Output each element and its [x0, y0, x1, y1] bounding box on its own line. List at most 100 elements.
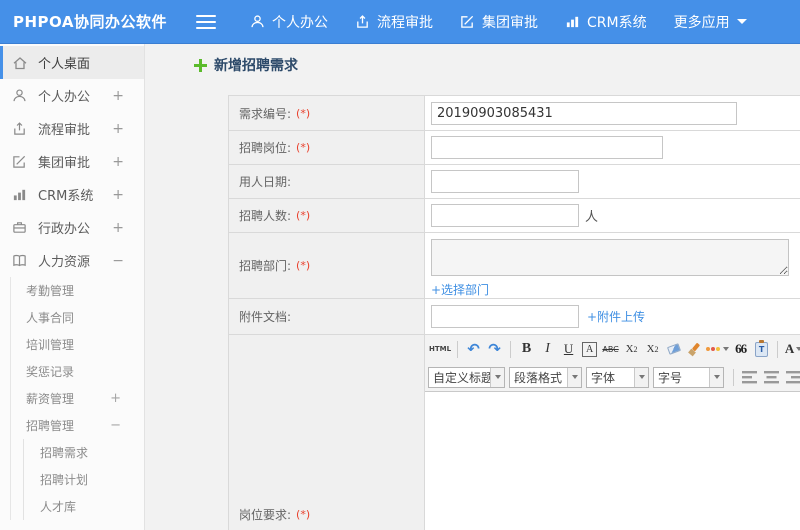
form-row-position: 招聘岗位: (*): [229, 131, 800, 165]
sidebar-item-attendance[interactable]: 考勤管理: [11, 277, 144, 304]
upload-attachment-link[interactable]: +附件上传: [587, 308, 645, 325]
demand-no-input[interactable]: [431, 101, 737, 125]
font-color-button[interactable]: A: [784, 339, 800, 360]
sidebar-item-recruit-mgmt[interactable]: 招聘管理 −: [11, 412, 144, 439]
bold-button[interactable]: B: [517, 339, 536, 360]
collapse-minus-icon[interactable]: −: [110, 418, 121, 433]
expand-plus-icon[interactable]: +: [110, 391, 121, 406]
expand-plus-icon[interactable]: +: [112, 187, 124, 203]
sidebar-item-crm[interactable]: CRM系统 +: [0, 178, 144, 211]
strikethrough-button[interactable]: ABC: [601, 339, 620, 360]
sidebar-item-talent-pool[interactable]: 人才库: [24, 493, 144, 520]
add-plus-icon: [194, 58, 207, 72]
font-size-select[interactable]: 字号: [653, 366, 724, 388]
eraser-icon[interactable]: [664, 339, 683, 360]
editor-toolbar-row-1: HTML ↶ ↷ B I U A ABC X2 X2 66 T A: [425, 335, 800, 363]
sidebar-item-recruit-plan[interactable]: 招聘计划: [24, 466, 144, 493]
sidebar-item-workflow[interactable]: 流程审批 +: [0, 112, 144, 145]
workflow-icon: [357, 15, 368, 28]
sidebar-item-rewards[interactable]: 奖惩记录: [11, 358, 144, 385]
top-nav: 个人办公 流程审批 集团审批 CRM系统 更多应用: [250, 12, 774, 32]
form-row-demand-no: 需求编号: (*): [229, 96, 800, 131]
hire-date-input[interactable]: [431, 170, 579, 193]
border-text-button[interactable]: A: [582, 341, 598, 357]
superscript-button[interactable]: X2: [622, 339, 641, 360]
field-label: 招聘人数:: [239, 209, 292, 223]
sidebar-item-salary[interactable]: 薪资管理 +: [11, 385, 144, 412]
caret-down-icon: [567, 367, 581, 387]
underline-button[interactable]: U: [559, 339, 578, 360]
department-textarea[interactable]: [431, 239, 789, 276]
headcount-input[interactable]: [431, 204, 579, 227]
html-source-button[interactable]: HTML: [429, 339, 451, 360]
expand-plus-icon[interactable]: +: [112, 121, 124, 137]
app-window: PHPOA协同办公软件 个人办公 流程审批 集团审批 CRM系统 更多应用 个人…: [0, 0, 800, 530]
unit-suffix: 人: [585, 210, 599, 225]
bar-chart-icon: [12, 186, 29, 203]
expand-plus-icon[interactable]: +: [112, 88, 124, 104]
field-label: 附件文档:: [239, 310, 292, 324]
align-center-icon[interactable]: [764, 370, 780, 384]
bar-chart-icon: [566, 16, 579, 28]
sidebar-item-hr-contract[interactable]: 人事合同: [11, 304, 144, 331]
required-mark: (*): [296, 209, 311, 222]
undo-icon[interactable]: ↶: [464, 339, 483, 360]
nav-workflow-approval[interactable]: 流程审批: [355, 12, 433, 32]
nav-crm-system[interactable]: CRM系统: [565, 12, 647, 32]
redo-icon[interactable]: ↷: [485, 339, 504, 360]
page-head: 新增招聘需求: [194, 55, 298, 75]
nav-personal-office[interactable]: 个人办公: [250, 12, 328, 32]
expand-plus-icon[interactable]: +: [112, 220, 124, 236]
expand-plus-icon[interactable]: +: [112, 154, 124, 170]
book-icon: [12, 252, 29, 269]
sidebar-item-hr[interactable]: 人力资源 −: [0, 244, 144, 277]
workflow-icon: [12, 120, 29, 137]
italic-button[interactable]: I: [538, 339, 557, 360]
sidebar-item-admin-office[interactable]: 行政办公 +: [0, 211, 144, 244]
sidebar-item-training[interactable]: 培训管理: [11, 331, 144, 358]
sidebar-item-desktop[interactable]: 个人桌面: [0, 46, 144, 79]
sidebar-item-group-approval[interactable]: 集团审批 +: [0, 145, 144, 178]
attachment-input[interactable]: [431, 305, 579, 328]
position-input[interactable]: [431, 136, 663, 159]
form-row-hire-date: 用人日期:: [229, 165, 800, 199]
required-mark: (*): [296, 141, 311, 154]
form-row-attachment: 附件文档: +附件上传: [229, 299, 800, 335]
sidebar-item-personal-office[interactable]: 个人办公 +: [0, 79, 144, 112]
subscript-button[interactable]: X2: [643, 339, 662, 360]
requirements-editor-area[interactable]: [425, 392, 800, 530]
caret-down-icon: [709, 367, 723, 387]
emoticon-picker-icon[interactable]: [706, 339, 730, 360]
required-mark: (*): [296, 259, 311, 272]
field-label: 用人日期:: [239, 175, 292, 189]
editor-toolbar-row-2: 自定义标题 段落格式 字体 字号: [425, 363, 800, 391]
caret-down-icon: [634, 367, 648, 387]
edit-icon: [12, 153, 29, 170]
editor-toolbar: HTML ↶ ↷ B I U A ABC X2 X2 66 T A 自定义标题 …: [425, 335, 800, 392]
required-mark: (*): [296, 508, 311, 521]
menu-toggle-icon[interactable]: [196, 14, 216, 29]
home-icon: [12, 54, 29, 71]
sidebar-item-recruit-demand[interactable]: 招聘需求: [24, 439, 144, 466]
custom-title-select[interactable]: 自定义标题: [428, 366, 505, 388]
caret-down-icon: [736, 19, 747, 24]
form-row-department: 招聘部门: (*) +选择部门: [229, 233, 800, 299]
field-label: 岗位要求:: [239, 508, 292, 522]
nav-more-apps[interactable]: 更多应用: [674, 12, 747, 32]
format-brush-icon[interactable]: [685, 339, 704, 360]
briefcase-icon: [12, 219, 29, 236]
edit-icon: [461, 15, 474, 28]
align-left-icon[interactable]: [742, 370, 758, 384]
align-right-icon[interactable]: [786, 370, 800, 384]
recruit-demand-form: 需求编号: (*) 招聘岗位: (*) 用人日期:: [228, 95, 800, 530]
user-icon: [12, 87, 29, 104]
paste-plain-icon[interactable]: T: [752, 339, 771, 360]
nav-group-approval[interactable]: 集团审批: [460, 12, 538, 32]
blockquote-button[interactable]: 66: [731, 339, 750, 360]
collapse-minus-icon[interactable]: −: [112, 253, 124, 269]
select-department-link[interactable]: +选择部门: [431, 281, 489, 298]
font-family-select[interactable]: 字体: [586, 366, 649, 388]
app-logo: PHPOA协同办公软件: [13, 13, 167, 31]
paragraph-format-select[interactable]: 段落格式: [509, 366, 582, 388]
caret-down-icon: [490, 367, 504, 387]
